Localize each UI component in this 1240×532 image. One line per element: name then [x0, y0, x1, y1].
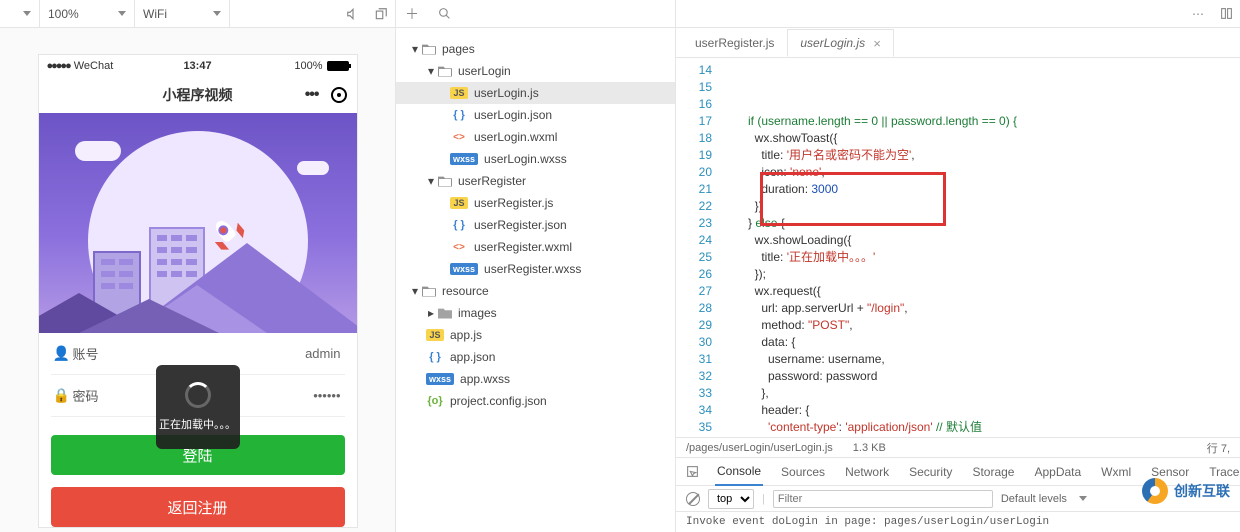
- file-userlogin-wxml[interactable]: <>userLogin.wxml: [396, 126, 675, 148]
- file-tree: ▾pages ▾userLogin JSuserLogin.js { }user…: [396, 28, 675, 532]
- signal-icon: ●●●●●: [47, 60, 70, 72]
- file-userlogin-js[interactable]: JSuserLogin.js: [396, 82, 675, 104]
- search-icon[interactable]: [428, 0, 460, 28]
- toast-text: 正在加载中。。。: [159, 416, 236, 432]
- status-pos: 行 7,: [1207, 440, 1230, 456]
- editor-topbar: ⋯: [676, 0, 1240, 28]
- tab-userregister-js[interactable]: userRegister.js: [682, 29, 787, 57]
- file-userregister-js[interactable]: JSuserRegister.js: [396, 192, 675, 214]
- carrier-label: WeChat: [74, 60, 114, 72]
- lock-icon: 🔒: [51, 387, 73, 404]
- more-icon[interactable]: ⋯: [1184, 0, 1212, 28]
- context-select[interactable]: top: [708, 489, 754, 509]
- mute-icon[interactable]: [339, 0, 367, 28]
- file-userlogin-wxss[interactable]: wxssuserLogin.wxss: [396, 148, 675, 170]
- file-app-js[interactable]: JSapp.js: [396, 324, 675, 346]
- file-userregister-json[interactable]: { }userRegister.json: [396, 214, 675, 236]
- back-button[interactable]: 返回注册: [51, 487, 345, 527]
- battery-icon: [327, 61, 349, 71]
- status-path: /pages/userLogin/userLogin.js: [686, 442, 833, 454]
- devtools-tab-storage[interactable]: Storage: [970, 458, 1016, 486]
- app-title: 小程序视频: [163, 85, 233, 105]
- folder-images[interactable]: ▸images: [396, 302, 675, 324]
- file-app-wxss[interactable]: wxssapp.wxss: [396, 368, 675, 390]
- clock-label: 13:47: [183, 60, 211, 72]
- file-project-config[interactable]: {o}project.config.json: [396, 390, 675, 412]
- capsule-menu-icon[interactable]: •••: [305, 86, 319, 104]
- spinner-icon: [185, 382, 211, 408]
- clear-console-icon[interactable]: [686, 492, 700, 506]
- status-size: 1.3 KB: [853, 442, 886, 454]
- file-userregister-wxml[interactable]: <>userRegister.wxml: [396, 236, 675, 258]
- folder-resource[interactable]: ▾resource: [396, 280, 675, 302]
- device-frame: ●●●●● WeChat 13:47 100% 小程序视频 •••: [38, 54, 358, 528]
- network-select[interactable]: WiFi: [135, 0, 230, 28]
- add-file-icon[interactable]: ＋: [396, 0, 428, 28]
- levels-select[interactable]: Default levels: [1001, 493, 1067, 505]
- console-output: Invoke event doLogin in page: pages/user…: [676, 512, 1240, 532]
- field-label: 账号: [73, 344, 121, 363]
- layout-icon[interactable]: [1212, 0, 1240, 28]
- devtools-tab-console[interactable]: Console: [715, 458, 763, 486]
- folder-userregister[interactable]: ▾userRegister: [396, 170, 675, 192]
- device-statusbar: ●●●●● WeChat 13:47 100%: [39, 55, 357, 77]
- file-userlogin-json[interactable]: { }userLogin.json: [396, 104, 675, 126]
- folder-pages[interactable]: ▾pages: [396, 38, 675, 60]
- close-icon[interactable]: ×: [873, 36, 881, 51]
- editor-statusbar: /pages/userLogin/userLogin.js 1.3 KB 行 7…: [676, 437, 1240, 457]
- editor-tabs: userRegister.js userLogin.js×: [676, 28, 1240, 58]
- zoom-select[interactable]: 100%: [40, 0, 135, 28]
- highlight-box-showloading: [760, 172, 946, 226]
- detach-icon[interactable]: [367, 0, 395, 28]
- device-select[interactable]: [0, 0, 40, 28]
- filter-input[interactable]: [773, 490, 993, 508]
- devtools-tab-wxml[interactable]: Wxml: [1099, 458, 1133, 486]
- devtools-tab-security[interactable]: Security: [907, 458, 954, 486]
- brand-icon: [1142, 478, 1168, 504]
- devtools-tab-network[interactable]: Network: [843, 458, 891, 486]
- inspect-icon[interactable]: [686, 465, 699, 478]
- explorer-topbar: ＋: [396, 0, 675, 28]
- simulator-topbar: 100% WiFi: [0, 0, 395, 28]
- capsule-close-icon[interactable]: [331, 87, 347, 103]
- file-userregister-wxss[interactable]: wxssuserRegister.wxss: [396, 258, 675, 280]
- field-value: admin: [121, 346, 345, 361]
- hero-illustration: [39, 113, 357, 333]
- tab-userlogin-js[interactable]: userLogin.js×: [787, 29, 893, 57]
- file-app-json[interactable]: { }app.json: [396, 346, 675, 368]
- folder-userlogin[interactable]: ▾userLogin: [396, 60, 675, 82]
- brand-logo: 创新互联: [1142, 478, 1230, 504]
- battery-label: 100%: [294, 60, 322, 72]
- app-navbar: 小程序视频 •••: [39, 77, 357, 113]
- devtools-tab-appdata[interactable]: AppData: [1032, 458, 1083, 486]
- loading-toast: 正在加载中。。。: [156, 365, 240, 449]
- code-editor[interactable]: 1415161718192021222324252627282930313233…: [676, 58, 1240, 437]
- field-label: 密码: [73, 386, 121, 405]
- user-icon: 👤: [51, 345, 73, 362]
- devtools-tab-sources[interactable]: Sources: [779, 458, 827, 486]
